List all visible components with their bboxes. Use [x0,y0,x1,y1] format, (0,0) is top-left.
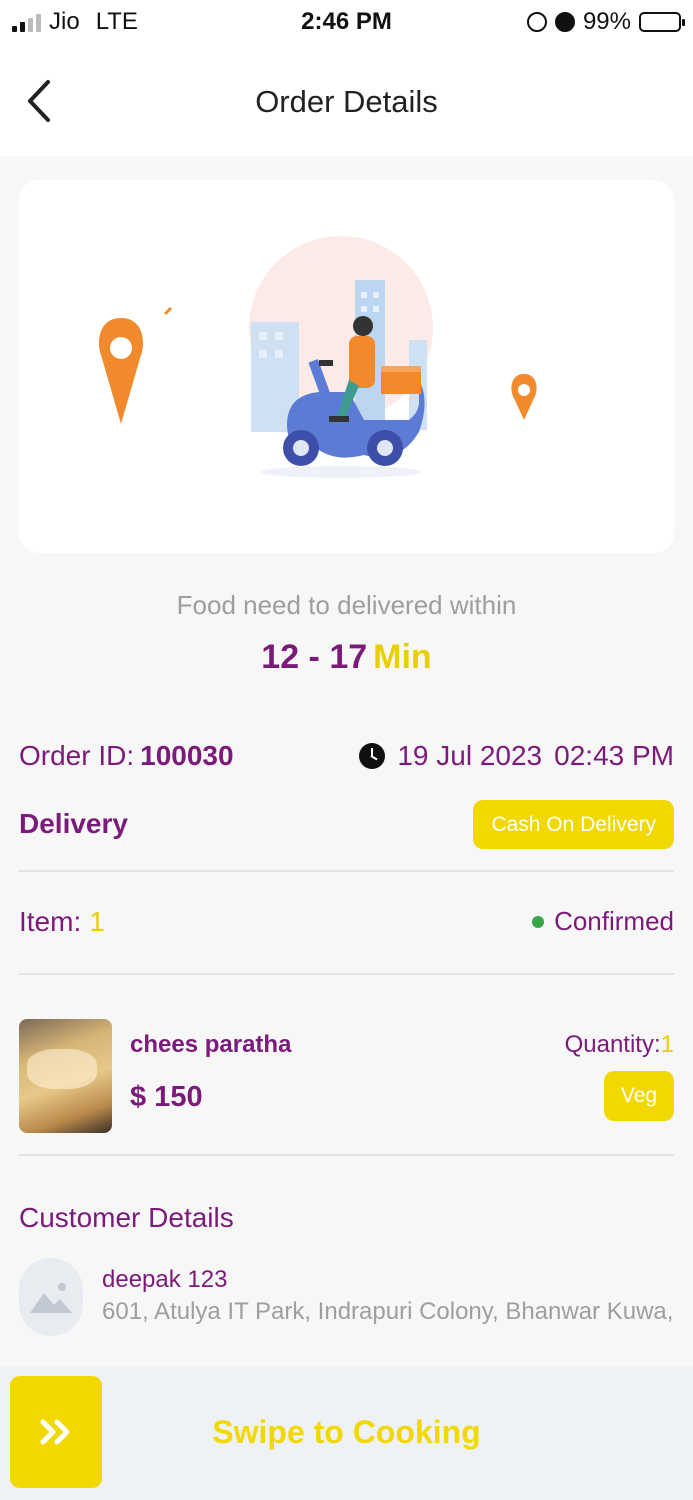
avatar [19,1258,83,1336]
divider [19,870,674,872]
delivery-type-row: Delivery Cash On Delivery [19,800,674,850]
order-date: 19 Jul 2023 [397,740,543,771]
order-id-value: 100030 [140,740,234,771]
order-type: Delivery [19,808,128,839]
order-time: 02:43 PM [554,740,674,771]
customer-name: deepak 123 [102,1266,228,1293]
product-name: chees paratha [130,1031,292,1058]
battery-icon [639,12,685,32]
alarm-icon [554,12,575,32]
payment-method-badge: Cash On Delivery [473,800,674,849]
item-count: 1 [89,906,105,937]
customer-info: deepak 123 601, Atulya IT Park, Indrapur… [19,1258,674,1338]
quantity-value: 1 [660,1031,674,1058]
order-id-label: Order ID: [19,740,135,771]
delivery-scooter-illustration [99,236,537,478]
product-image [19,1019,112,1133]
status-bar: Jio LTE 2:46 PM 99% [0,0,693,48]
item-label: Item: [19,906,82,937]
divider [19,1154,674,1156]
order-datetime: 19 Jul 2023 02:43 PM [359,740,674,772]
divider [19,973,674,975]
page-title: Order Details [255,84,438,119]
rotation-lock-icon [526,12,547,32]
delivery-eta: 12 - 17 Min [0,638,693,677]
clock-icon [359,743,386,769]
eta-unit: Min [373,638,432,676]
app-header: Order Details [0,48,693,156]
delivery-caption: Food need to delivered within [176,590,517,620]
location-pin-icon [511,374,537,420]
swipe-to-cooking-slider[interactable]: Swipe to Cooking [0,1366,693,1500]
product-item: chees paratha $ 150 Quantity:1 Veg [19,1019,674,1133]
status-dot-icon [532,915,545,928]
order-status: Confirmed [532,906,674,937]
status-label: Confirmed [554,906,674,936]
status-right: 99% [526,8,685,36]
customer-section-title: Customer Details [19,1202,234,1233]
swipe-label: Swipe to Cooking [212,1414,481,1450]
customer-address: 601, Atulya IT Park, Indrapuri Colony, B… [102,1298,672,1325]
veg-badge: Veg [604,1071,674,1121]
item-count-row: Item: 1 Confirmed [19,906,674,942]
image-placeholder-icon [30,1283,72,1313]
delivery-illustration-card [19,180,674,553]
quantity-label: Quantity: [564,1031,661,1058]
product-quantity: Quantity:1 [565,1031,674,1059]
eta-range: 12 - 17 [261,638,368,676]
order-id-row: Order ID: 100030 19 Jul 2023 02:43 PM [19,740,674,772]
battery-percent: 99% [582,8,631,35]
location-pin-icon [99,318,143,424]
product-price: $ 150 [130,1081,203,1113]
